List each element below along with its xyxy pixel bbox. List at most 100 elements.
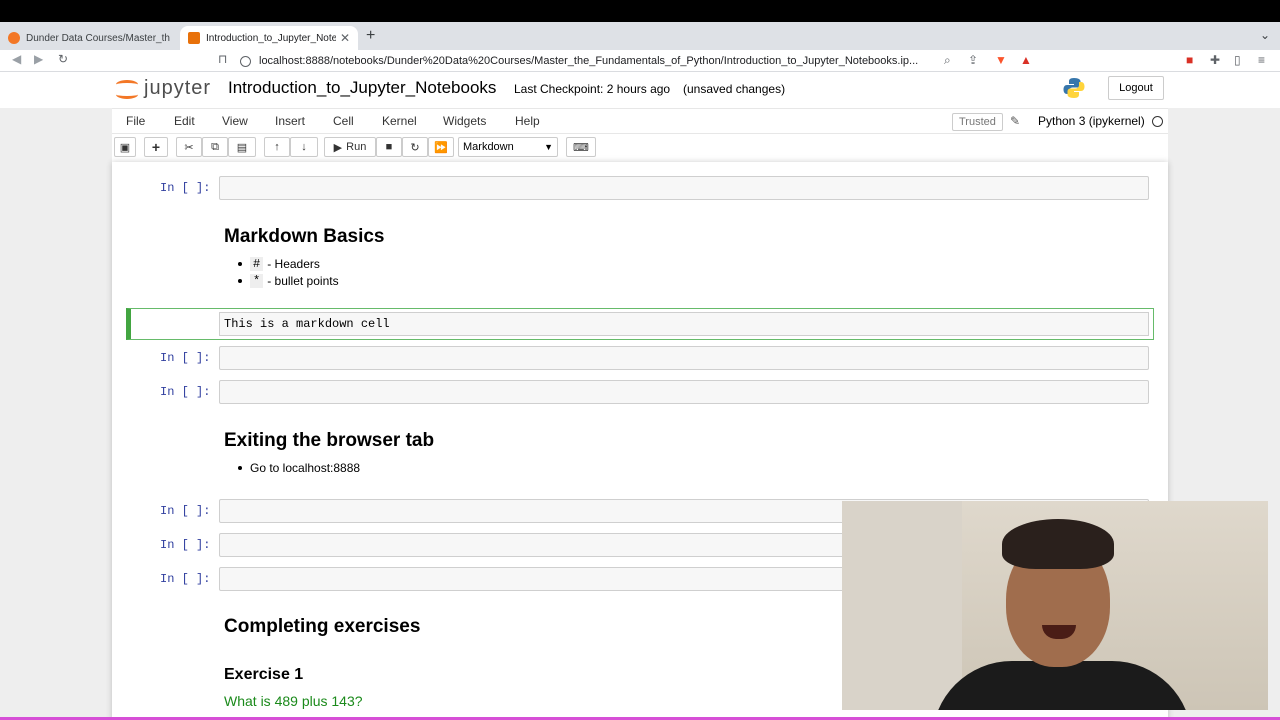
edit-mode-pencil-icon: ✎ — [1010, 114, 1021, 128]
background-door — [842, 501, 962, 710]
run-button[interactable]: ▶ Run — [324, 137, 376, 157]
plus-icon: + — [151, 139, 161, 155]
notebook-toolbar: ▣ + ✂ ⧉ ▤ ↑ ↓ ▶ Run ■ ↻ ⏩ Markdown ▼ ⌨ — [112, 134, 1168, 162]
code-cell-input[interactable] — [219, 380, 1149, 404]
browser-tab-courses[interactable]: Dunder Data Courses/Master_the_F — [0, 26, 178, 50]
inline-code: # — [250, 257, 264, 271]
extension-icon[interactable]: ■ — [1186, 53, 1193, 67]
share-icon[interactable]: ⇪ — [968, 53, 978, 67]
browser-toolbar: ◀ ▶ ↻ ⊓ localhost:8888/notebooks/Dunder%… — [0, 50, 1280, 72]
bullet-text: - Headers — [267, 257, 320, 271]
exercise-question: What is 489 plus 143? — [224, 693, 363, 709]
bullet-text: Go to localhost:8888 — [250, 461, 361, 475]
tab-title: Dunder Data Courses/Master_the_F — [26, 32, 170, 44]
kernel-name[interactable]: Python 3 (ipykernel) — [1038, 114, 1145, 128]
keyboard-icon: ⌨ — [573, 141, 589, 154]
cell-type-value: Markdown — [463, 141, 514, 153]
bullet-dot — [238, 279, 242, 283]
reload-icon[interactable]: ↻ — [58, 52, 68, 66]
copy-button[interactable]: ⧉ — [202, 137, 228, 157]
input-prompt: In [ ]: — [160, 351, 211, 365]
presenter-body — [932, 661, 1192, 710]
menu-widgets[interactable]: Widgets — [443, 114, 486, 128]
move-down-button[interactable]: ↓ — [290, 137, 318, 157]
bookmark-icon[interactable]: ⊓ — [218, 52, 227, 66]
arrow-up-icon: ↑ — [274, 141, 280, 153]
cell-type-select[interactable]: Markdown ▼ — [458, 137, 558, 157]
menu-insert[interactable]: Insert — [275, 114, 305, 128]
address-bar[interactable]: localhost:8888/notebooks/Dunder%20Data%2… — [240, 52, 950, 70]
insert-cell-button[interactable]: + — [144, 137, 168, 157]
list-item: * - bullet points — [238, 274, 339, 288]
heading-exiting: Exiting the browser tab — [224, 430, 435, 451]
paste-button[interactable]: ▤ — [228, 137, 256, 157]
unsaved-status: (unsaved changes) — [683, 82, 786, 96]
play-icon: ▶ — [333, 141, 343, 154]
input-prompt: In [ ]: — [160, 504, 211, 518]
heading-exercise-1: Exercise 1 — [224, 666, 304, 683]
interrupt-button[interactable]: ■ — [376, 137, 402, 157]
restart-run-all-button[interactable]: ⏩ — [428, 137, 454, 157]
code-cell-input[interactable] — [219, 346, 1149, 370]
list-item: # - Headers — [238, 257, 320, 271]
menubar: File Edit View Insert Cell Kernel Widget… — [112, 108, 1168, 134]
jupyter-header: jupyter Introduction_to_Jupyter_Notebook… — [0, 72, 1280, 108]
markdown-cell-input[interactable]: This is a markdown cell — [219, 312, 1149, 336]
move-up-button[interactable]: ↑ — [264, 137, 290, 157]
sidebar-icon[interactable]: ▯ — [1234, 53, 1241, 67]
new-tab-icon[interactable]: + — [366, 27, 375, 45]
zoom-icon[interactable]: ⌕ — [944, 53, 951, 68]
site-info-icon[interactable] — [240, 55, 251, 67]
notebook-favicon-icon — [188, 32, 200, 44]
inline-code: * — [250, 274, 264, 288]
heading-completing-exercises: Completing exercises — [224, 616, 421, 637]
back-icon[interactable]: ◀ — [12, 52, 21, 66]
logo-text: jupyter — [144, 77, 212, 99]
brave-shield-icon[interactable]: ▼ — [995, 53, 1007, 67]
cut-button[interactable]: ✂ — [176, 137, 202, 157]
heading-markdown-basics: Markdown Basics — [224, 226, 385, 247]
menu-file[interactable]: File — [126, 114, 145, 128]
tab-title: Introduction_to_Jupyter_Noteb — [206, 32, 336, 44]
extensions-puzzle-icon[interactable]: ✚ — [1210, 53, 1220, 67]
restart-button[interactable]: ↻ — [402, 137, 428, 157]
chevron-down-icon: ▼ — [544, 142, 553, 152]
save-button[interactable]: ▣ — [114, 137, 136, 157]
checkpoint-status: Last Checkpoint: 2 hours ago — [514, 82, 671, 96]
input-prompt: In [ ]: — [160, 572, 211, 586]
paste-icon: ▤ — [236, 141, 248, 154]
jupyter-logo-icon — [116, 78, 138, 100]
bullet-dot — [238, 466, 242, 470]
menu-cell[interactable]: Cell — [333, 114, 354, 128]
logout-button[interactable]: Logout — [1108, 76, 1164, 100]
tab-search-chevron-icon[interactable]: ⌄ — [1260, 28, 1270, 42]
python-logo-icon — [1063, 78, 1085, 98]
webcam-overlay — [842, 501, 1268, 710]
bullet-text: - bullet points — [267, 274, 339, 288]
fast-forward-icon: ⏩ — [434, 141, 448, 154]
browser-tab-notebook[interactable]: Introduction_to_Jupyter_Noteb ✕ — [180, 26, 358, 50]
url-text: localhost:8888/notebooks/Dunder%20Data%2… — [259, 55, 919, 67]
menu-help[interactable]: Help — [515, 114, 540, 128]
menu-view[interactable]: View — [222, 114, 248, 128]
rewards-icon[interactable]: ▲ — [1020, 53, 1032, 67]
save-icon: ▣ — [119, 141, 131, 154]
trusted-indicator[interactable]: Trusted — [952, 113, 1003, 131]
stop-icon: ■ — [385, 141, 393, 153]
jupyter-favicon-icon — [8, 32, 20, 44]
command-palette-button[interactable]: ⌨ — [566, 137, 596, 157]
scissors-icon: ✂ — [184, 141, 194, 154]
code-cell-input[interactable] — [219, 176, 1149, 200]
close-tab-icon[interactable]: ✕ — [340, 31, 350, 45]
notebook-title[interactable]: Introduction_to_Jupyter_Notebooks — [228, 78, 496, 98]
presenter-hair — [1002, 519, 1114, 569]
menu-edit[interactable]: Edit — [174, 114, 195, 128]
list-item: Go to localhost:8888 — [238, 461, 360, 475]
input-prompt: In [ ]: — [160, 538, 211, 552]
jupyter-logo[interactable]: jupyter — [116, 77, 211, 100]
menu-icon[interactable]: ≡ — [1258, 53, 1265, 67]
kernel-idle-indicator-icon — [1152, 116, 1163, 127]
menu-kernel[interactable]: Kernel — [382, 114, 417, 128]
arrow-down-icon: ↓ — [301, 141, 307, 153]
forward-icon[interactable]: ▶ — [34, 52, 43, 66]
